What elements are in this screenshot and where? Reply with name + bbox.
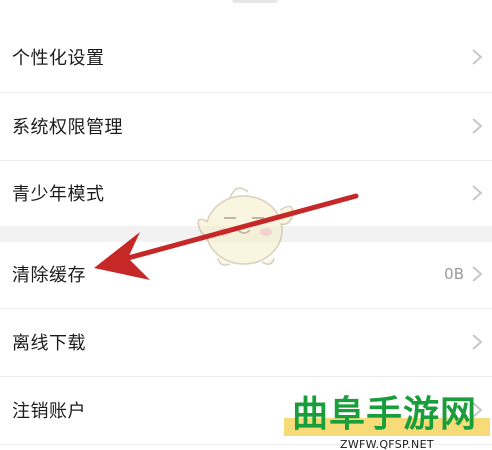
watermark-title: 曲阜手游网 bbox=[292, 393, 478, 435]
settings-screen: 个性化设置 系统权限管理 青少年模式 清除缓存 0B 离线下载 注销账户 曲阜手… bbox=[0, 0, 492, 450]
watermark: 曲阜手游网 bbox=[282, 394, 492, 438]
row-offline-download[interactable]: 离线下载 bbox=[0, 310, 492, 374]
row-label: 个性化设置 bbox=[12, 48, 105, 69]
chevron-right-icon bbox=[472, 334, 483, 350]
divider bbox=[0, 308, 492, 309]
top-edge bbox=[0, 0, 492, 10]
chevron-right-icon bbox=[472, 185, 483, 201]
chevron-right-icon bbox=[472, 49, 483, 65]
mascot-icon bbox=[197, 187, 294, 266]
chevron-right-icon bbox=[472, 118, 483, 134]
row-label: 注销账户 bbox=[12, 401, 86, 422]
divider bbox=[0, 160, 492, 161]
watermark-url: ZWFW.QFSP.NET bbox=[340, 438, 434, 450]
row-label: 系统权限管理 bbox=[12, 117, 123, 138]
row-label: 离线下载 bbox=[12, 333, 86, 354]
row-label: 青少年模式 bbox=[12, 184, 105, 205]
row-label: 清除缓存 bbox=[12, 265, 86, 286]
divider bbox=[0, 376, 492, 377]
row-system-permissions[interactable]: 系统权限管理 bbox=[0, 94, 492, 158]
divider bbox=[0, 92, 492, 93]
cache-size-value: 0B bbox=[444, 265, 464, 283]
chevron-right-icon bbox=[472, 266, 483, 282]
row-personalization-settings[interactable]: 个性化设置 bbox=[0, 26, 492, 88]
top-stub bbox=[232, 0, 278, 3]
